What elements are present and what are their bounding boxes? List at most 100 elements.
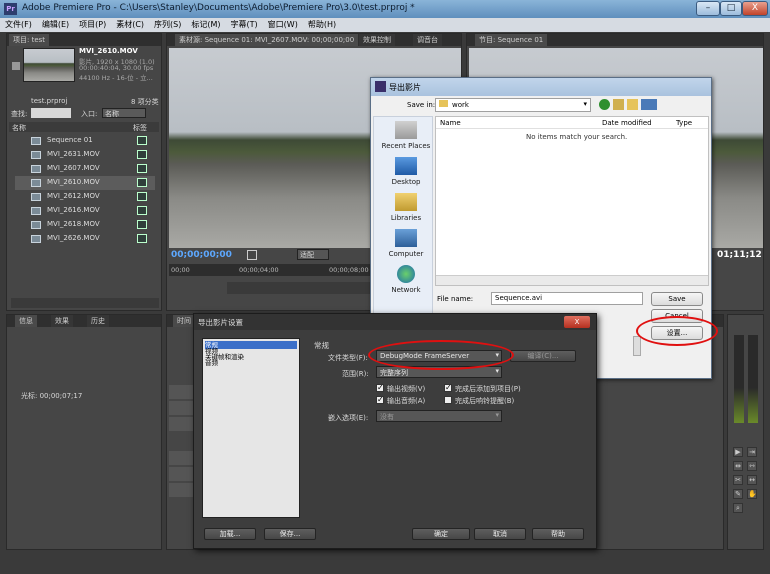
category-general[interactable]: 常规 xyxy=(205,341,297,349)
close-button[interactable]: X xyxy=(742,1,768,16)
cancel-settings-button[interactable]: 取消 xyxy=(474,528,526,540)
back-icon[interactable] xyxy=(599,99,610,110)
clip-name: MVI_2610.MOV xyxy=(79,47,138,55)
search-label: 查找: xyxy=(11,110,28,118)
list-item[interactable]: MVI_2631.MOV xyxy=(15,148,155,162)
place-libraries[interactable]: Libraries xyxy=(378,193,434,222)
rolling-edit-tool-icon[interactable]: ⇿ xyxy=(747,461,757,471)
window-titlebar: Pr Adobe Premiere Pro - C:\Users\Stanley… xyxy=(0,0,770,18)
category-audio[interactable]: 音频 xyxy=(205,359,218,367)
menu-edit[interactable]: 编辑(E) xyxy=(37,18,74,31)
beep-label: 完成后响铃提醒(B) xyxy=(455,397,515,405)
tab-project[interactable]: 项目: test xyxy=(9,34,50,46)
razor-tool-icon[interactable]: ✂ xyxy=(733,475,743,485)
new-folder-icon[interactable] xyxy=(627,99,638,110)
place-recent[interactable]: Recent Places xyxy=(378,121,434,150)
tab-program[interactable]: 节目: Sequence 01 xyxy=(475,34,548,46)
embed-select[interactable]: 没有 ▾ xyxy=(376,410,502,422)
source-timecode[interactable]: 00;00;00;00 xyxy=(171,250,232,260)
file-list[interactable]: Name Date modified Type No items match y… xyxy=(435,116,709,286)
ripple-edit-tool-icon[interactable]: ⇹ xyxy=(733,461,743,471)
save-settings-button[interactable]: 保存... xyxy=(264,528,316,540)
maximize-button[interactable]: □ xyxy=(720,1,742,16)
play-thumbnail-icon[interactable] xyxy=(12,62,20,70)
col-date-modified[interactable]: Date modified xyxy=(602,119,652,127)
marker-icon[interactable] xyxy=(247,250,257,260)
list-item[interactable]: MVI_2618.MOV xyxy=(15,218,155,232)
list-item[interactable]: MVI_2607.MOV xyxy=(15,162,155,176)
tab-history[interactable]: 历史 xyxy=(87,315,109,327)
ok-button[interactable]: 确定 xyxy=(412,528,470,540)
list-item[interactable]: Sequence 01 xyxy=(15,134,155,148)
up-folder-icon[interactable] xyxy=(613,99,624,110)
filename-input[interactable]: Sequence.avi xyxy=(491,292,643,305)
list-item-selected[interactable]: MVI_2610.MOV xyxy=(15,176,155,190)
program-timecode[interactable]: 01;11;12 xyxy=(717,250,762,260)
save-button[interactable]: Save xyxy=(651,292,703,306)
tab-effects[interactable]: 效果 xyxy=(51,315,73,327)
file-list-header: Name Date modified Type xyxy=(436,117,708,129)
export-audio-checkbox[interactable] xyxy=(376,395,384,404)
minimize-button[interactable]: – xyxy=(696,1,720,16)
menu-clip[interactable]: 素材(C) xyxy=(111,18,149,31)
help-button[interactable]: 帮助 xyxy=(532,528,584,540)
tab-source[interactable]: 素材源: Sequence 01: MVI_2607.MOV: 00;00;00… xyxy=(175,34,359,46)
resize-scroll-thumb[interactable] xyxy=(633,336,641,356)
label-swatch xyxy=(137,206,147,215)
save-in-select[interactable]: work ▾ xyxy=(435,98,591,112)
settings-title: 导出影片设置 xyxy=(198,318,243,327)
beep-checkbox[interactable] xyxy=(444,396,452,404)
list-item[interactable]: MVI_2612.MOV xyxy=(15,190,155,204)
export-video-checkbox[interactable] xyxy=(376,383,384,392)
pen-tool-icon[interactable]: ✎ xyxy=(733,489,743,499)
search-input[interactable] xyxy=(31,108,71,118)
list-item[interactable]: MVI_2626.MOV xyxy=(15,232,155,246)
label-swatch xyxy=(137,136,147,145)
zoom-tool-icon[interactable]: ⌕ xyxy=(733,503,743,513)
menu-file[interactable]: 文件(F) xyxy=(0,18,37,31)
range-label: 范围(R): xyxy=(342,370,369,378)
settings-close-button[interactable]: X xyxy=(564,316,590,328)
save-dialog-titlebar: 导出影片 xyxy=(371,78,711,96)
list-item[interactable]: MVI_2616.MOV xyxy=(15,204,155,218)
place-desktop[interactable]: Desktop xyxy=(378,157,434,186)
compile-button[interactable]: 编译(C)... xyxy=(510,350,576,362)
track-select-tool-icon[interactable]: ⇥ xyxy=(747,447,757,457)
col-label[interactable]: 标签 xyxy=(133,123,147,133)
filetype-label: 文件类型(F): xyxy=(328,354,368,362)
horizontal-scrollbar[interactable] xyxy=(436,275,708,285)
col-name[interactable]: 名称 xyxy=(12,123,26,133)
menu-help[interactable]: 帮助(H) xyxy=(303,18,341,31)
menu-sequence[interactable]: 序列(S) xyxy=(149,18,186,31)
hand-tool-icon[interactable]: ✋ xyxy=(747,489,757,499)
in-select[interactable]: 名称 xyxy=(102,108,146,118)
menu-marker[interactable]: 标记(M) xyxy=(186,18,225,31)
movie-clip-icon xyxy=(31,221,41,229)
load-button[interactable]: 加载... xyxy=(204,528,256,540)
selection-tool-icon[interactable]: ▶ xyxy=(733,447,743,457)
transport-controls[interactable] xyxy=(227,282,387,294)
empty-message: No items match your search. xyxy=(526,133,628,141)
label-swatch xyxy=(137,164,147,173)
menu-project[interactable]: 项目(P) xyxy=(74,18,111,31)
tab-timeline[interactable]: 时间 xyxy=(173,315,195,327)
window-title: Adobe Premiere Pro - C:\Users\Stanley\Do… xyxy=(22,3,415,13)
add-to-project-checkbox[interactable] xyxy=(444,383,452,392)
col-file-name[interactable]: Name xyxy=(440,119,461,127)
tab-audio-mixer[interactable]: 调音台 xyxy=(413,34,442,46)
recent-places-icon xyxy=(395,121,417,139)
save-dialog-title: 导出影片 xyxy=(389,83,421,92)
tab-info[interactable]: 信息 xyxy=(15,315,37,327)
menu-window[interactable]: 窗口(W) xyxy=(263,18,303,31)
export-audio-label: 输出音频(A) xyxy=(387,397,426,405)
place-computer[interactable]: Computer xyxy=(378,229,434,258)
movie-clip-icon xyxy=(31,165,41,173)
movie-clip-icon xyxy=(31,193,41,201)
tab-effect-controls[interactable]: 效果控制 xyxy=(359,34,395,46)
col-type[interactable]: Type xyxy=(676,119,692,127)
slip-tool-icon[interactable]: ↔ xyxy=(747,475,757,485)
fit-select[interactable]: 适配 xyxy=(297,249,329,260)
place-network[interactable]: Network xyxy=(378,265,434,294)
menu-title[interactable]: 字幕(T) xyxy=(226,18,263,31)
view-menu-icon[interactable] xyxy=(641,99,657,110)
